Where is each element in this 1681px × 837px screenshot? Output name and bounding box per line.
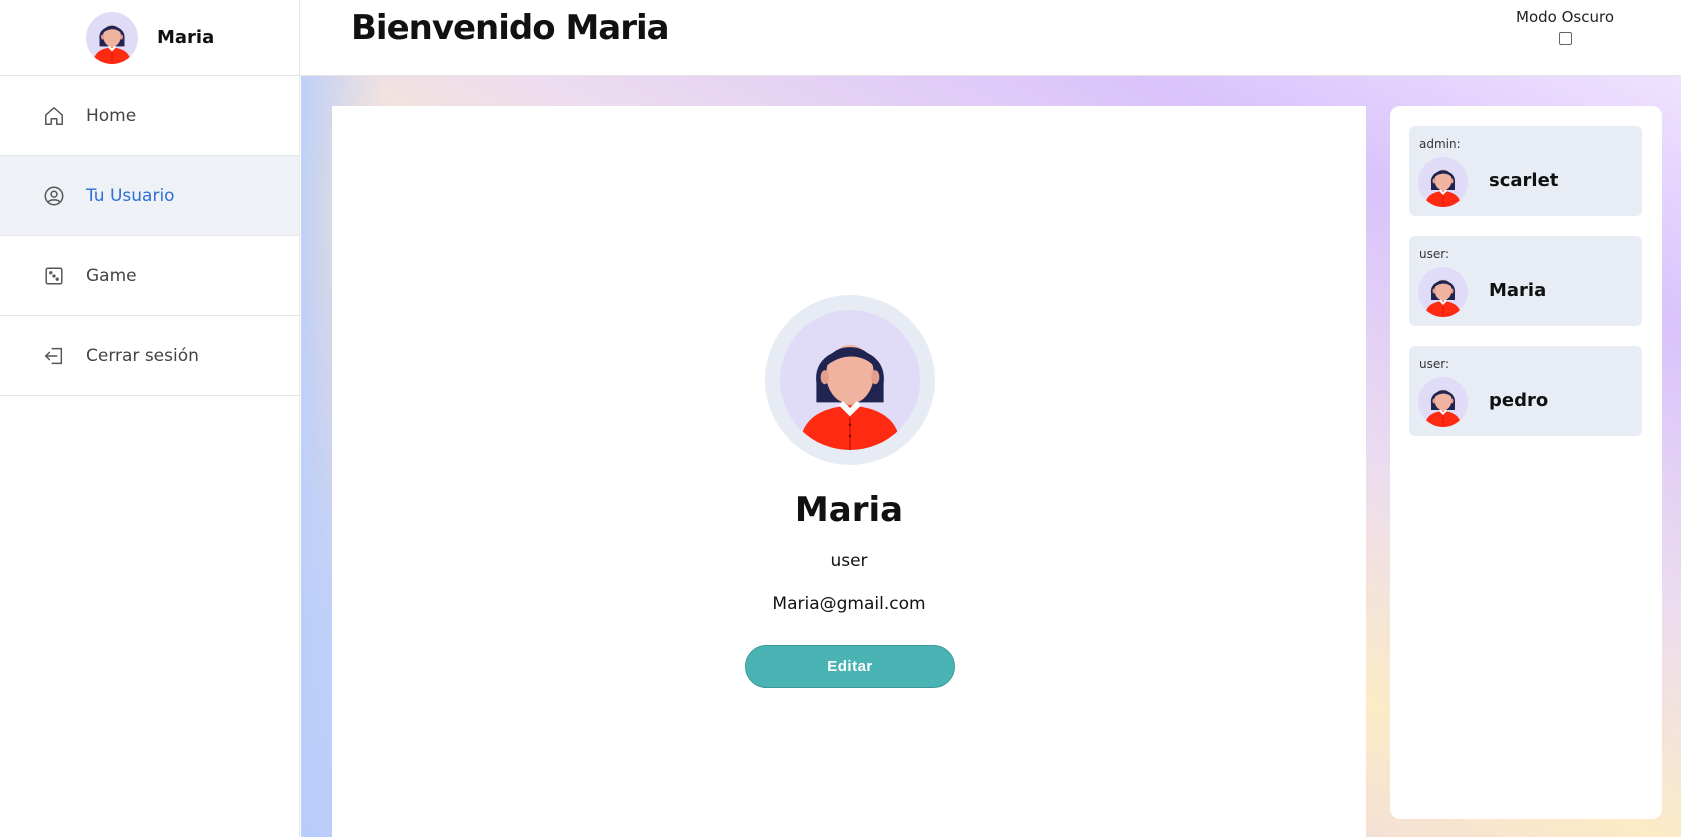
users-panel: admin: scarlet user: Maria user: pedro bbox=[1390, 106, 1662, 819]
sidebar-nav: Home Tu Usuario Game Cerrar sesión bbox=[0, 76, 299, 396]
profile-role: user bbox=[830, 551, 868, 571]
sidebar-item-label: Home bbox=[86, 105, 137, 126]
user-circle-icon bbox=[42, 184, 66, 208]
sidebar-user-name: Maria bbox=[157, 27, 215, 48]
profile-avatar bbox=[765, 295, 935, 465]
sidebar-item-label: Tu Usuario bbox=[86, 185, 175, 206]
sidebar: Maria Home Tu Usuario Game Cerrar sesión bbox=[0, 0, 300, 837]
sidebar-item-game[interactable]: Game bbox=[0, 236, 299, 316]
dice-icon bbox=[42, 264, 66, 288]
dark-mode-label: Modo Oscuro bbox=[1516, 8, 1614, 26]
user-card-maria[interactable]: user: Maria bbox=[1409, 236, 1642, 326]
sidebar-item-tu-usuario[interactable]: Tu Usuario bbox=[0, 156, 299, 236]
user-name: scarlet bbox=[1489, 170, 1559, 191]
edit-button[interactable]: Editar bbox=[745, 645, 955, 688]
user-role: user: bbox=[1419, 247, 1450, 261]
avatar bbox=[1418, 157, 1468, 207]
user-name: pedro bbox=[1489, 390, 1549, 411]
main-content: Maria user Maria@gmail.com Editar admin:… bbox=[301, 76, 1681, 837]
sidebar-item-home[interactable]: Home bbox=[0, 76, 299, 156]
profile-email: Maria@gmail.com bbox=[772, 594, 926, 614]
sidebar-item-label: Game bbox=[86, 265, 137, 286]
user-role: admin: bbox=[1419, 137, 1461, 151]
sidebar-user-header: Maria bbox=[0, 0, 299, 76]
top-header: Bienvenido Maria Modo Oscuro bbox=[300, 0, 1681, 76]
avatar bbox=[1418, 267, 1468, 317]
profile-card: Maria user Maria@gmail.com Editar bbox=[332, 106, 1366, 837]
user-card-scarlet[interactable]: admin: scarlet bbox=[1409, 126, 1642, 216]
user-name: Maria bbox=[1489, 280, 1547, 301]
dark-mode-toggle: Modo Oscuro bbox=[1516, 8, 1614, 45]
avatar bbox=[86, 12, 138, 64]
user-role: user: bbox=[1419, 357, 1450, 371]
sidebar-item-cerrar-sesion[interactable]: Cerrar sesión bbox=[0, 316, 299, 396]
page-title: Bienvenido Maria bbox=[351, 8, 670, 48]
sidebar-item-label: Cerrar sesión bbox=[86, 345, 199, 366]
home-icon bbox=[42, 104, 66, 128]
profile-name: Maria bbox=[794, 490, 904, 530]
user-card-pedro[interactable]: user: pedro bbox=[1409, 346, 1642, 436]
avatar bbox=[1418, 377, 1468, 427]
dark-mode-checkbox[interactable] bbox=[1558, 32, 1572, 45]
logout-icon bbox=[42, 344, 66, 368]
